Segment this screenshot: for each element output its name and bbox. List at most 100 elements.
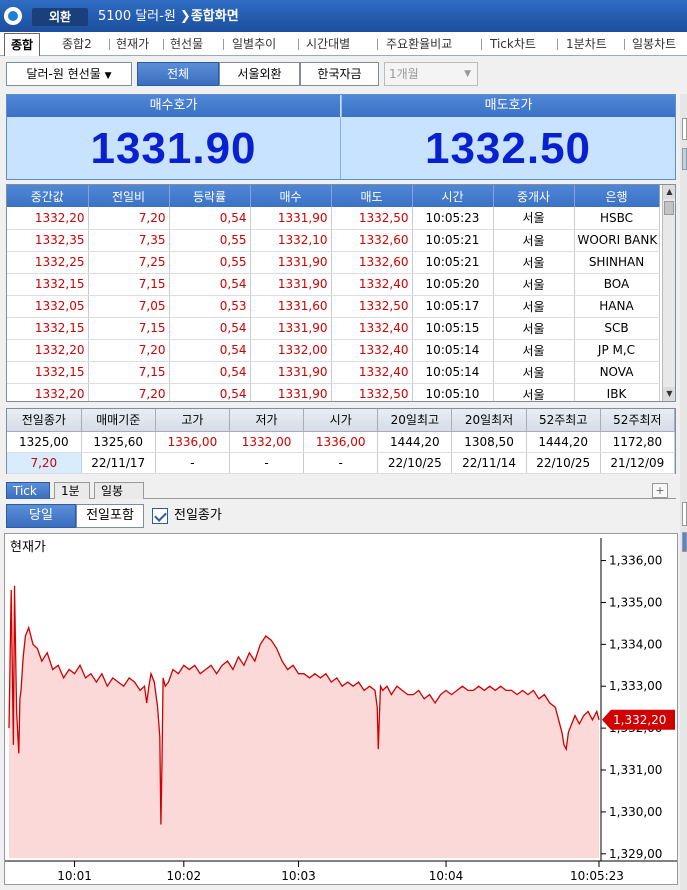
filter-seoul-button[interactable]: 서울외환	[219, 62, 300, 86]
tick-cell: WOORI BANK	[574, 229, 660, 252]
tick-cell: 1332,60	[331, 251, 413, 274]
tick-cell: BOA	[574, 273, 660, 296]
tab-daily-trend[interactable]: 일별추이	[232, 32, 276, 56]
table-row[interactable]: 1332,15 7,15 0,54 1331,90 1332,40 10:05:15 서울 S…	[7, 317, 660, 340]
chart-tab-tick[interactable]: Tick	[6, 482, 50, 499]
menu-tabs: 종합 종합2 현재가 현선물 일별추이 시간대별 주요환율비교 Tick차트 1…	[0, 32, 687, 56]
tick-cell: 1332,15	[7, 361, 89, 384]
bid-value: 1331.90	[90, 124, 257, 173]
tick-cell: 0,53	[169, 295, 251, 318]
tick-header[interactable]: 시간	[412, 185, 494, 207]
tick-cell: 0,54	[169, 317, 251, 340]
tick-cell: 1332,25	[7, 251, 89, 274]
tick-cell: 7,35	[88, 229, 170, 252]
y-tick-label: 1,329,00	[609, 847, 662, 861]
tick-header[interactable]: 전일비	[88, 185, 170, 207]
table-row[interactable]: 1332,05 7,05 0,53 1331,60 1332,50 10:05:17 서울 H…	[7, 295, 660, 318]
summary-table: 전일종가 매매기준 고가 저가 시가 20일최고 20일최저 52주최고 52주최저 1325,…	[6, 408, 676, 474]
prev-close-checkbox[interactable]	[152, 508, 168, 524]
x-tick-label: 10:03	[281, 869, 316, 883]
today-button[interactable]: 당일	[6, 504, 76, 528]
add-chart-icon[interactable]: +	[652, 483, 668, 498]
summary-cell: -	[229, 452, 305, 474]
tick-header[interactable]: 등락률	[169, 185, 251, 207]
tick-cell: 1332,40	[331, 317, 413, 340]
ask-value: 1332.50	[424, 124, 592, 173]
summary-cell: 1172,80	[600, 431, 676, 453]
prev-close-label: 전일종가	[174, 508, 222, 523]
period-select[interactable]: 1개월 ▼	[384, 62, 478, 86]
tick-cell: 1331,90	[250, 207, 332, 230]
tick-cell: 0,54	[169, 361, 251, 384]
instrument-select[interactable]: 달러-원 현선물 ▼	[6, 62, 132, 86]
table-row[interactable]: 1332,15 7,15 0,54 1331,90 1332,40 10:05:20 서울 B…	[7, 273, 660, 296]
table-row[interactable]: 1332,25 7,25 0,55 1331,90 1332,60 10:05:21 서울 S…	[7, 251, 660, 274]
filter-all-button[interactable]: 전체	[137, 62, 219, 86]
tick-table: 중간값 전일비 등락률 매수 매도 시간 중개사 은행 1332,20 7,20 0,54 1331…	[6, 184, 676, 402]
tick-cell: 7,15	[88, 317, 170, 340]
tick-cell: 1331,90	[250, 251, 332, 274]
right-edge-button[interactable]	[682, 118, 687, 140]
summary-header: 매매기준	[81, 409, 156, 432]
right-edge-button[interactable]	[682, 502, 687, 526]
screen-code-title: 5100 달러-원	[98, 9, 176, 24]
table-row[interactable]: 1332,35 7,35 0,55 1332,10 1332,60 10:05:21 서울 W…	[7, 229, 660, 252]
summary-header: 고가	[155, 409, 230, 432]
include-prev-button[interactable]: 전일포함	[76, 504, 144, 528]
tick-cell: 1331,90	[250, 317, 332, 340]
tick-table-scrollbar[interactable]: ▲ ▼	[662, 185, 675, 401]
tab-fx-compare[interactable]: 주요환율비교	[386, 32, 452, 56]
scroll-up-icon[interactable]: ▲	[663, 185, 675, 199]
tick-cell: 7,20	[88, 383, 170, 401]
table-row[interactable]: 1332,15 7,15 0,54 1331,90 1332,40 10:05:14 서울 N…	[7, 361, 660, 384]
tick-header[interactable]: 중개사	[493, 185, 575, 207]
tab-current-price[interactable]: 현재가	[116, 32, 149, 56]
tab-spot-futures[interactable]: 현선물	[170, 32, 203, 56]
tick-cell: 10:05:17	[412, 295, 494, 318]
table-row[interactable]: 1332,20 7,20 0,54 1331,90 1332,50 10:05:10 서울 I…	[7, 383, 660, 401]
summary-header: 저가	[229, 409, 305, 432]
summary-cell: 1332,00	[229, 431, 305, 453]
tick-cell: IBK	[574, 383, 660, 401]
tick-cell: 1332,20	[7, 383, 89, 401]
x-tick-label: 10:04	[429, 869, 464, 883]
tick-cell: 서울	[493, 229, 575, 252]
scroll-thumb[interactable]	[664, 201, 674, 215]
tick-cell: 10:05:21	[412, 229, 494, 252]
scroll-down-icon[interactable]: ▼	[663, 387, 675, 401]
chart-tab-1min[interactable]: 1분	[54, 482, 90, 499]
filter-korea-button[interactable]: 한국자금	[300, 62, 379, 86]
summary-cell: -	[155, 452, 230, 474]
table-row[interactable]: 1332,20 7,20 0,54 1331,90 1332,50 10:05:23 서울 H…	[7, 207, 660, 230]
tick-cell: 0,55	[169, 229, 251, 252]
tick-cell: 1332,15	[7, 317, 89, 340]
price-chart[interactable]: 현재가 1,336,00 1,335,00 1,334,00 1,333,00 1,332…	[4, 533, 678, 885]
tab-overview2[interactable]: 종합2	[62, 32, 92, 56]
tick-cell: 1332,40	[331, 273, 413, 296]
tick-cell: 7,25	[88, 251, 170, 274]
tick-header[interactable]: 매도	[331, 185, 413, 207]
chart-tab-daily[interactable]: 일봉	[94, 482, 144, 499]
tab-hourly[interactable]: 시간대별	[306, 32, 350, 56]
summary-cell: 1444,20	[377, 431, 453, 453]
tick-cell: 7,05	[88, 295, 170, 318]
price-area	[9, 585, 599, 858]
tick-header[interactable]: 은행	[574, 185, 660, 207]
tab-1min-chart[interactable]: 1분차트	[566, 32, 607, 56]
summary-header: 전일종가	[7, 409, 82, 432]
summary-cell: 7,20	[7, 452, 82, 474]
market-badge[interactable]: 외환	[32, 8, 88, 26]
tick-cell: 10:05:14	[412, 339, 494, 362]
tab-overview[interactable]: 종합	[4, 33, 41, 56]
tick-header[interactable]: 중간값	[7, 185, 89, 207]
bid-header: 매수호가	[7, 95, 340, 117]
period-label: 1개월	[389, 67, 419, 81]
tick-header[interactable]: 매수	[250, 185, 332, 207]
tab-tick-chart[interactable]: Tick차트	[490, 32, 536, 56]
summary-cell: -	[303, 452, 379, 474]
summary-cell: 22/11/14	[451, 452, 527, 474]
tab-daily-chart[interactable]: 일봉차트	[632, 32, 676, 56]
table-row[interactable]: 1332,20 7,20 0,54 1332,00 1332,40 10:05:14 서울 J…	[7, 339, 660, 362]
app-logo-icon	[4, 7, 22, 25]
ask-header: 매도호가	[341, 95, 675, 117]
